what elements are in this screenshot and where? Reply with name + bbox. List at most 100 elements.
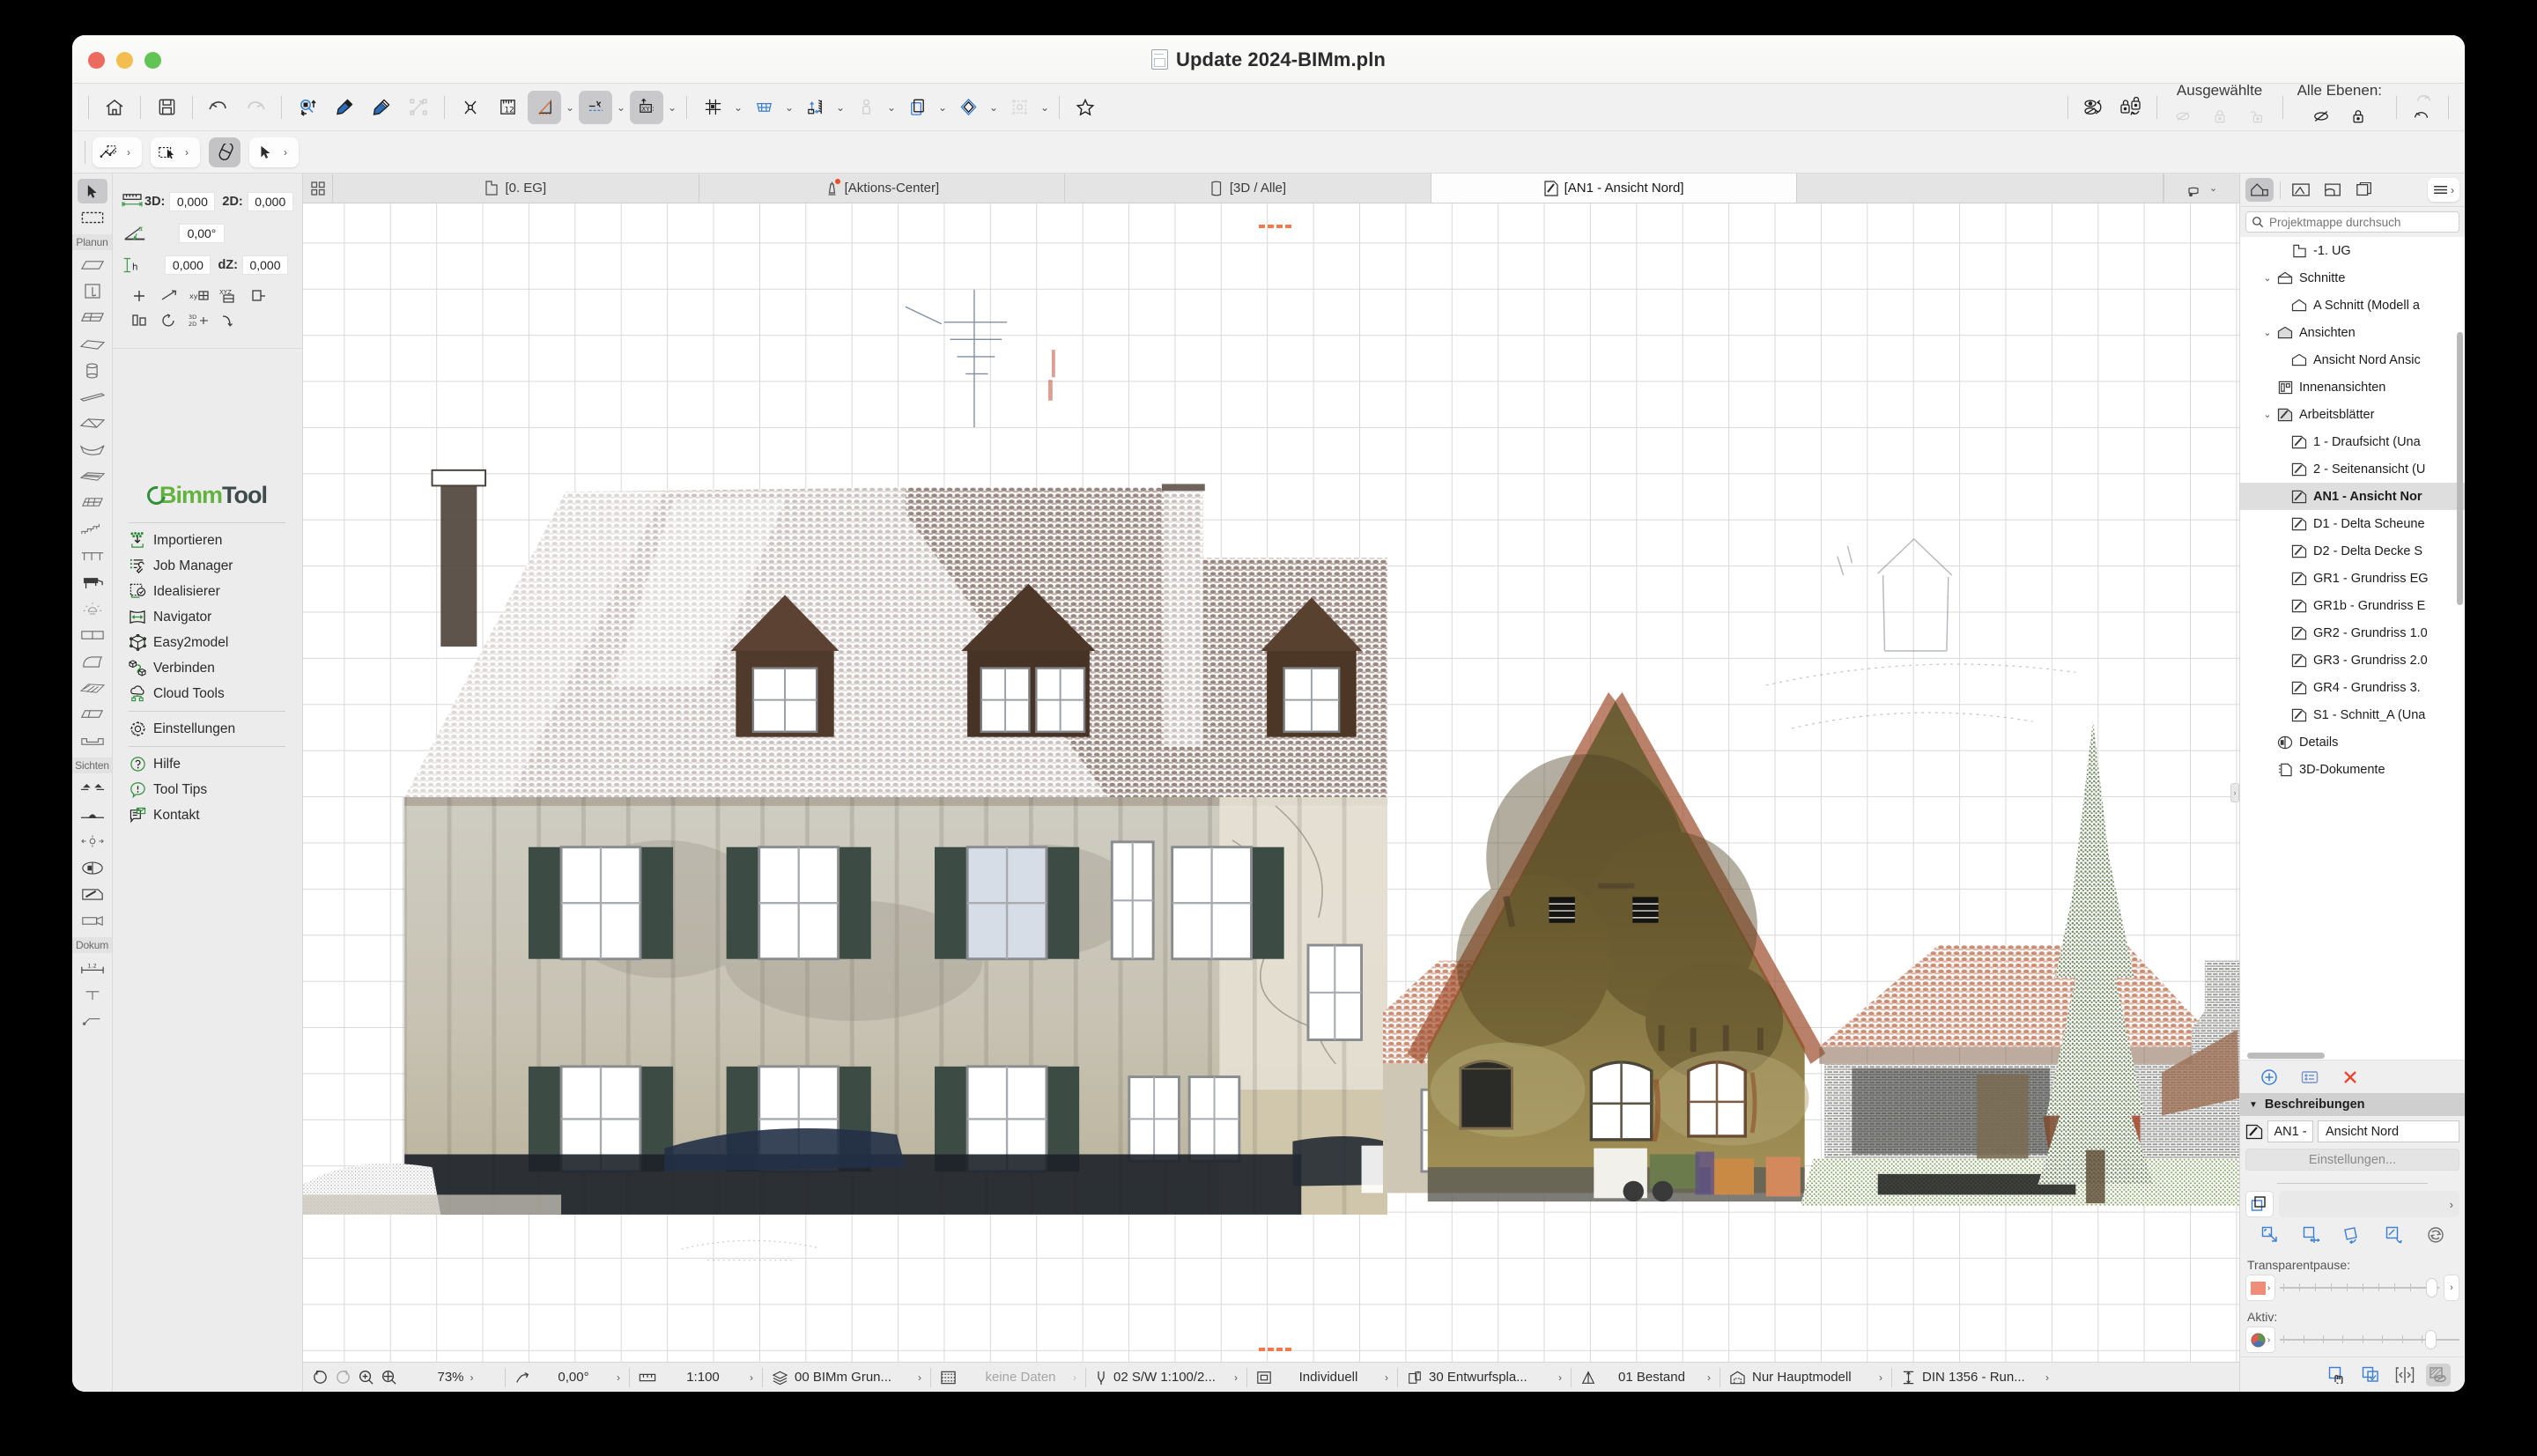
measure-tape-icon[interactable]: 12 — [491, 91, 524, 124]
search-input[interactable] — [2269, 215, 2453, 229]
bimm-item-easy2model[interactable]: Easy2model — [125, 630, 289, 655]
rotate-icon[interactable] — [2341, 1224, 2364, 1245]
chevron-down-icon[interactable]: ⌄ — [2209, 182, 2217, 194]
layer-combination-control[interactable]: 00 BIMm Grun... › — [763, 1363, 930, 1393]
dimension-tool[interactable]: 1.2 — [78, 956, 107, 980]
transparency-color-button[interactable]: › — [2245, 1275, 2275, 1301]
tree-item-arbeitsbl-tter[interactable]: ⌄ Arbeitsblätter — [2240, 401, 2465, 428]
tree-horizontal-scrollbar[interactable] — [2240, 1052, 2465, 1060]
tree-item-gr1b-grundriss-e[interactable]: GR1b - Grundriss E — [2240, 592, 2465, 619]
slider-knob[interactable] — [2425, 1330, 2437, 1349]
x-delete-icon[interactable] — [2341, 1068, 2360, 1087]
chevron-down-icon[interactable]: ⌄ — [665, 101, 679, 114]
chevron-right-icon[interactable]: › — [2045, 1371, 2049, 1384]
chevron-right-icon[interactable]: › — [1234, 1371, 1238, 1384]
navigator-tab-view-map[interactable] — [2287, 178, 2315, 202]
renovation-icon[interactable] — [951, 91, 985, 124]
skylight-tool[interactable] — [78, 676, 107, 700]
window-tool[interactable] — [78, 306, 107, 330]
navigator-menu-button[interactable]: › — [2428, 178, 2459, 202]
chevron-right-icon[interactable]: › — [278, 146, 292, 159]
chevron-down-icon[interactable]: ⌄ — [987, 101, 1001, 114]
chevron-right-icon[interactable]: › — [2451, 184, 2454, 196]
hide-selected-icon[interactable] — [2166, 100, 2200, 133]
worksheet-id-field[interactable]: AN1 - — [2267, 1120, 2313, 1142]
undo-small-icon[interactable] — [2406, 107, 2439, 124]
tracker-value-height[interactable]: 0,000 — [165, 255, 211, 275]
chevron-right-icon[interactable]: › — [750, 1371, 753, 1384]
polyline-select-pill[interactable]: › — [92, 137, 142, 167]
chevron-right-icon[interactable]: › — [918, 1371, 921, 1384]
interior-elevation-tool[interactable] — [78, 829, 107, 854]
tree-item-schnitte[interactable]: ⌄ Schnitte — [2240, 264, 2465, 292]
bimm-item-kontakt[interactable]: Kontakt — [125, 802, 289, 828]
tree-item-an1-ansicht-nor[interactable]: AN1 - Ansicht Nor — [2240, 483, 2465, 510]
marquee-tool[interactable] — [78, 205, 107, 230]
tree-item-1-ug[interactable]: -1. UG — [2240, 237, 2465, 264]
lock-toggle-icon[interactable] — [2114, 91, 2148, 124]
chevron-down-icon[interactable]: ⌄ — [731, 101, 745, 114]
favorite-star-icon[interactable] — [1069, 91, 1102, 124]
chevron-down-icon[interactable]: ⌄ — [936, 101, 950, 114]
tree-item-ansichten[interactable]: ⌄ Ansichten — [2240, 319, 2465, 346]
stair-tool[interactable] — [78, 517, 107, 542]
tree-item-d1-delta-scheune[interactable]: D1 - Delta Scheune — [2240, 510, 2465, 537]
tree-item-gr2-grundriss-1-0[interactable]: GR2 - Grundriss 1.0 — [2240, 619, 2465, 647]
scale-control[interactable]: 1:100 › — [630, 1363, 762, 1393]
tracker-value-dz[interactable]: 0,000 — [242, 255, 288, 275]
trace-reference-field[interactable]: › — [2279, 1191, 2459, 1217]
navigator-tree[interactable]: -1. UG ⌄ Schnitte A Schnitt (Modell a ⌄ Ansic… — [2240, 237, 2465, 1052]
grid-view-icon[interactable] — [747, 91, 780, 124]
morph-tool[interactable] — [78, 649, 107, 674]
curtain-wall-tool[interactable] — [78, 491, 107, 515]
chevron-right-icon[interactable]: › — [470, 1371, 474, 1384]
undo-icon[interactable] — [202, 91, 235, 124]
marquee-pill[interactable]: › — [151, 137, 200, 167]
redo-small-icon[interactable] — [2406, 91, 2439, 107]
snap-guide-icon[interactable] — [579, 90, 612, 124]
zoom-next-icon[interactable] — [335, 1369, 351, 1386]
xy-icon[interactable]: xy — [189, 286, 210, 306]
magnet-pill[interactable] — [209, 137, 240, 167]
refresh-icon[interactable] — [2424, 1224, 2447, 1245]
tree-item-3d-dokumente[interactable]: 3D-Dokumente — [2240, 756, 2465, 783]
slab-tool[interactable] — [78, 332, 107, 357]
coordinate-xy-icon[interactable]: XY : — [630, 90, 663, 124]
navigator-tab-publisher[interactable] — [2350, 178, 2378, 202]
bimm-item-navigator[interactable]: Navigator — [125, 604, 289, 630]
layer-stack-icon[interactable] — [900, 91, 934, 124]
navigator-tab-layout-book[interactable] — [2319, 178, 2347, 202]
chevron-down-icon[interactable]: ⌄ — [563, 101, 577, 114]
tree-item-details[interactable]: Details — [2240, 728, 2465, 756]
detail-tool[interactable] — [78, 855, 107, 880]
pen-diagonal-icon[interactable] — [159, 286, 180, 306]
worksheet-name-field[interactable]: Ansicht Nord — [2318, 1120, 2459, 1142]
tracker-value-3d[interactable]: 0,000 — [169, 192, 216, 211]
wall-tool[interactable] — [78, 253, 107, 277]
chevron-down-icon[interactable]: ⌄ — [2260, 272, 2275, 284]
home-icon[interactable] — [98, 91, 131, 124]
lamp-tool[interactable] — [78, 596, 107, 621]
search-box[interactable] — [2245, 211, 2459, 233]
transparency-expand-button[interactable]: › — [2444, 1275, 2459, 1301]
bimm-item-job-manager[interactable]: Job Manager — [125, 553, 289, 579]
active-slider[interactable] — [2280, 1327, 2459, 1353]
chevron-down-icon[interactable]: ⌄ — [1038, 101, 1052, 114]
eyedropper-icon[interactable] — [328, 91, 361, 124]
zone-tool[interactable] — [78, 623, 107, 647]
marquee-group-icon[interactable] — [1002, 91, 1036, 124]
flip-horizontal-icon[interactable] — [2393, 1364, 2417, 1386]
column-tool[interactable] — [78, 358, 107, 383]
tree-item-innenansichten[interactable]: Innenansichten — [2240, 373, 2465, 401]
model-view-control[interactable]: Individuell › — [1247, 1363, 1397, 1393]
tab-overflow-icon[interactable]: ⌄ — [2163, 174, 2239, 203]
graphic-override-control[interactable]: 30 Entwurfspla... › — [1398, 1363, 1571, 1393]
bimm-item-idealisierer[interactable]: Idealisierer — [125, 579, 289, 604]
chevron-down-icon[interactable]: ⌄ — [782, 101, 796, 114]
chevron-right-icon[interactable]: › — [1707, 1371, 1711, 1384]
text-tool[interactable] — [78, 982, 107, 1007]
layers-stack-icon[interactable] — [2245, 1191, 2274, 1217]
chevron-right-icon[interactable]: › — [1558, 1371, 1562, 1384]
wall-icon[interactable] — [129, 311, 150, 330]
unlock-selected-icon[interactable] — [2240, 100, 2274, 133]
